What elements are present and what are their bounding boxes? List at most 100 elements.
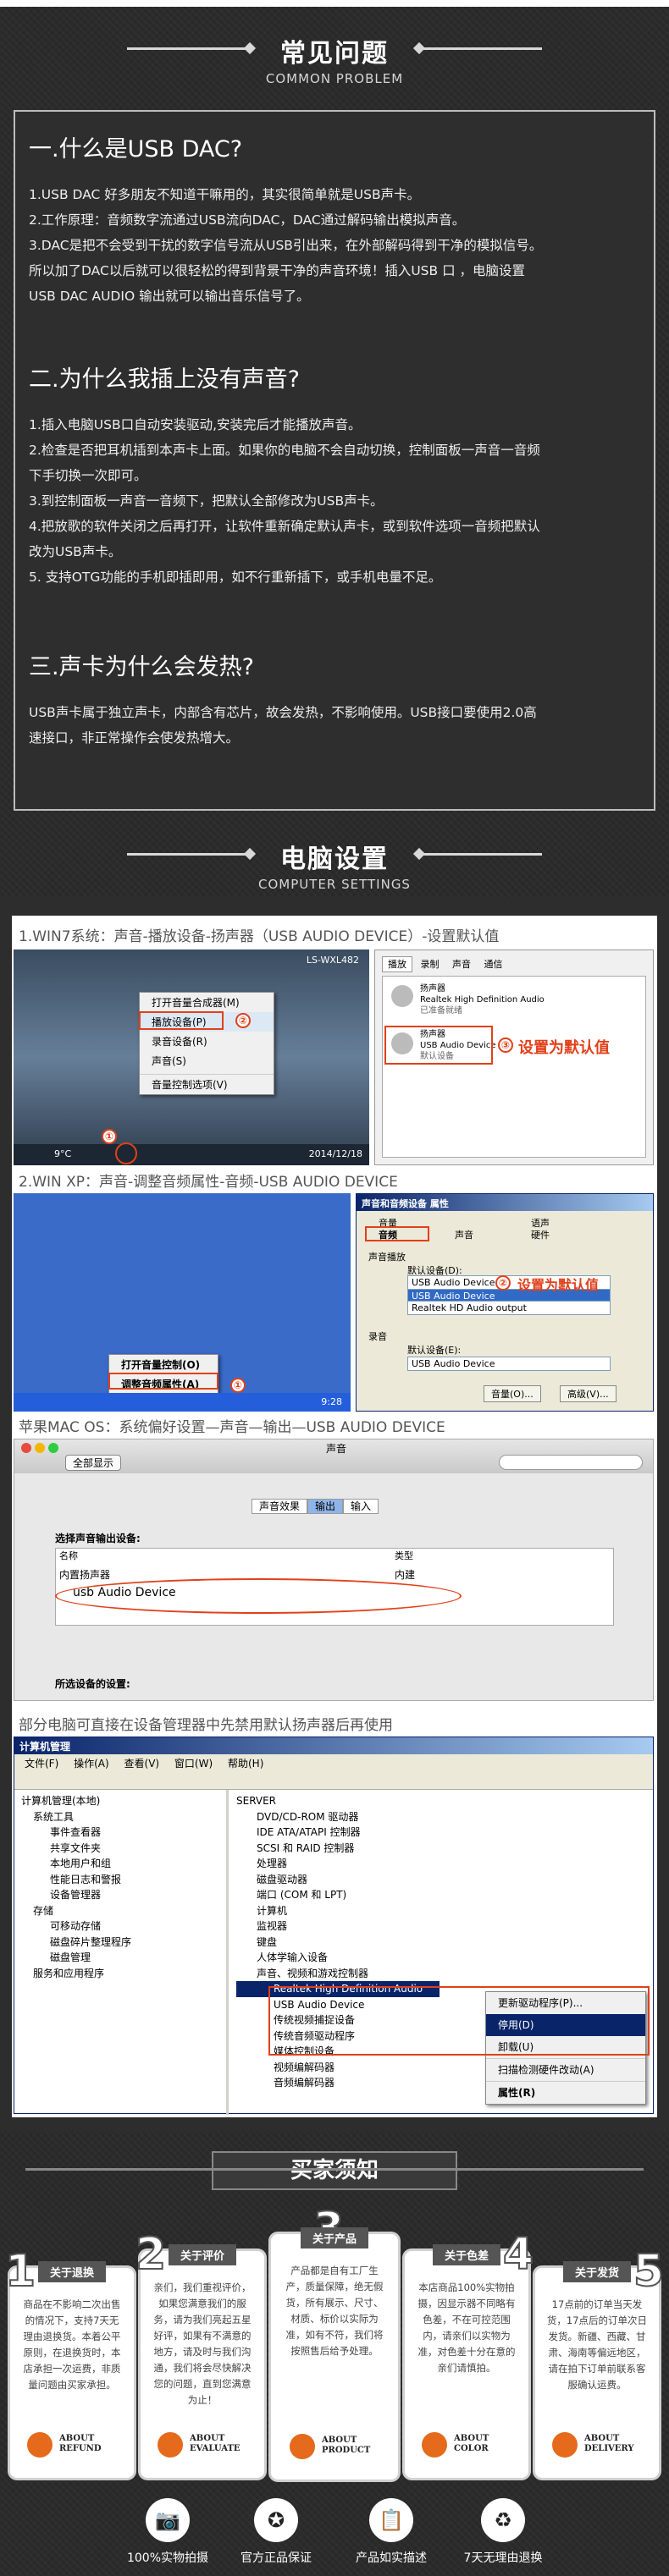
tab-comm[interactable]: 通信 (479, 957, 508, 972)
settings-title: 电脑设置 (280, 845, 389, 874)
notes-title-wrap: 买家须知 (212, 2151, 457, 2190)
devmgr-title: 计算机管理 (19, 1741, 71, 1753)
note-card-evaluate: 2 关于评价 亲们，我们重视评价，如果您满意我们的服务，请为我们亮起五星好评，如… (135, 2228, 264, 2478)
mac-search-field[interactable] (499, 1455, 643, 1470)
note-body: 商品在不影响二次出售的情况下，支持7天无理由退换货。本着公平原则，在退换货时，本… (23, 2298, 121, 2391)
devmgr-splitter[interactable] (226, 1790, 229, 2115)
ctx-scan[interactable]: 扫描检测硬件改动(A) (486, 2058, 645, 2081)
note-title: 关于退换 (37, 2261, 107, 2282)
device-1[interactable]: 扬声器 Realtek High Definition Audio 已准备就绪 (420, 983, 545, 1016)
xp-advanced-button[interactable]: 高级(V)... (560, 1385, 616, 1402)
mac-window-title: 声音 (326, 1443, 347, 1455)
win7-temp: 9°C (54, 1148, 72, 1159)
bottom-label-return: 7天无理由退换 (463, 2551, 543, 2565)
devmgr-left-tree: 计算机管理(本地) 系统工具 事件查看器 共享文件夹 本地用户和组 性能日志和警… (21, 1793, 224, 1981)
tree-item[interactable]: 人体学输入设备 (236, 1950, 490, 1966)
mac-toolbar: 声音 全部显示 (14, 1439, 653, 1473)
note-number: 5 (633, 2245, 665, 2298)
tree-item[interactable]: SCSI 和 RAID 控制器 (236, 1841, 490, 1857)
xp-record-select[interactable]: USB Audio Device (407, 1357, 611, 1371)
devmgr-menu-action[interactable]: 操作(A) (74, 1758, 109, 1770)
faq-q3-line: 速接口，非正常操作会使发热增大。 (29, 730, 240, 746)
camera-icon: 📷 (146, 2498, 190, 2542)
tree-item[interactable]: IDE ATA/ATAPI 控制器 (236, 1825, 490, 1841)
note-body: 本店商品100%实物拍摄，因显示器不同略有色差，不在可控范围内，请亲们以实物为准… (417, 2282, 516, 2374)
xp-caption: 2.WIN XP：声音-调整音频属性-音频-USB AUDIO DEVICE (19, 1170, 398, 1191)
note-about: ABOUT DELIVERY (584, 2434, 634, 2454)
win7-tray-menu: 打开音量合成器(M) 播放设备(P) 录音设备(R) 声音(S) 音量控制选项(… (139, 992, 274, 1095)
tree-item[interactable]: 处理器 (236, 1856, 490, 1872)
tab-sounds[interactable]: 声音 (447, 957, 476, 972)
tree-item[interactable]: 存储 (21, 1903, 224, 1919)
devmgr-menu-window[interactable]: 窗口(W) (174, 1758, 213, 1770)
tree-item[interactable]: 可移动存储 (21, 1918, 224, 1935)
tree-item[interactable]: SERVER (236, 1793, 490, 1809)
tab-playback[interactable]: 播放 (382, 956, 412, 972)
tree-item[interactable]: 设备管理器 (21, 1887, 224, 1903)
tree-item[interactable]: 监视器 (236, 1918, 490, 1935)
menu-item-record[interactable]: 录音设备(R) (140, 1032, 274, 1051)
faq-q1: 一.什么是USB DAC? 1.USB DAC 好多朋友不知道干嘛用的，其实很简… (29, 127, 644, 309)
tree-item[interactable]: 本地用户和组 (21, 1856, 224, 1872)
xp-playback-option-2[interactable]: Realtek HD Audio output (407, 1301, 611, 1315)
xp-tab-hardware[interactable]: 硬件 (531, 1228, 550, 1241)
mac-select-label: 选择声音输出设备: (55, 1533, 141, 1544)
devmgr-caption: 部分电脑可直接在设备管理器中先禁用默认扬声器后再使用 (19, 1713, 393, 1734)
faq-q2-line: 2.检查是否把耳机插到本声卡上面。如果你的电脑不会自动切换，控制面板一声音一音频 (29, 443, 540, 458)
tree-item[interactable]: 性能日志和警报 (21, 1872, 224, 1888)
note-number: 2 (135, 2228, 167, 2281)
mac-tab-effects[interactable]: 声音效果 (252, 1499, 308, 1514)
win7-mark-3: ③ (498, 1038, 513, 1053)
menu-item-open-volume[interactable]: 打开音量控制(O) (109, 1355, 218, 1374)
menu-item-volume-options[interactable]: 音量控制选项(V) (140, 1074, 274, 1094)
tree-item[interactable]: 共享文件夹 (21, 1841, 224, 1857)
faq-q2-line: 下手切换一次即可。 (29, 468, 147, 483)
mac-row-builtin[interactable]: 内置扬声器 (59, 1567, 110, 1582)
tree-item[interactable]: 音频编解码器 (236, 2075, 490, 2091)
faq-q2-line: 5. 支持OTG功能的手机即插即用，如不行重新插下，或手机电量不足。 (29, 570, 442, 585)
tree-item[interactable]: 事件查看器 (21, 1825, 224, 1841)
note-body: 17点前的订单当天发货，17点后的订单次日发货。新疆、西藏、甘肃、海南等偏远地区… (546, 2298, 648, 2391)
xp-volume-button[interactable]: 音量(O)... (484, 1385, 541, 1402)
tree-item[interactable]: 计算机 (236, 1903, 490, 1919)
recycle-icon: ♻ (481, 2498, 525, 2542)
tree-item[interactable]: 键盘 (236, 1935, 490, 1951)
devmgr-menu-file[interactable]: 文件(F) (25, 1758, 58, 1770)
tree-item[interactable]: 磁盘驱动器 (236, 1872, 490, 1888)
tree-item[interactable]: 计算机管理(本地) (21, 1793, 224, 1809)
devmgr-menu-help[interactable]: 帮助(H) (228, 1758, 263, 1770)
menu-item-mixer[interactable]: 打开音量合成器(M) (140, 993, 274, 1012)
bottom-label-genuine: 官方正品保证 (241, 2551, 312, 2565)
ctx-properties[interactable]: 属性(R) (486, 2081, 645, 2104)
mac-tab-output[interactable]: 输出 (307, 1499, 344, 1514)
tree-item[interactable]: 服务和应用程序 (21, 1966, 224, 1982)
about-label: ABOUT (190, 2434, 225, 2443)
about-label: ABOUT (322, 2436, 357, 2445)
mac-tab-input[interactable]: 输入 (343, 1499, 379, 1514)
devmgr-menu-view[interactable]: 查看(V) (124, 1758, 160, 1770)
menu-item-sounds[interactable]: 声音(S) (140, 1051, 274, 1071)
settings-screenshots: 1.WIN7系统：声音-播放设备-扬声器（USB AUDIO DEVICE）-设… (12, 916, 657, 2117)
tree-item[interactable]: 磁盘管理 (21, 1950, 224, 1966)
xp-sound-dialog: 声音和音频设备 属性 音量 声音 音频 语声 硬件 声音播放 默认设备(D): … (356, 1193, 654, 1412)
device-1-name: 扬声器 (420, 984, 445, 994)
devmgr-menubar: 文件(F) 操作(A) 查看(V) 窗口(W) 帮助(H) (14, 1754, 653, 1771)
cart-icon (290, 2434, 315, 2459)
xp-tab-sounds[interactable]: 声音 (455, 1228, 473, 1241)
win7-usb-device-highlight (384, 1026, 493, 1065)
tree-item[interactable]: 视频编解码器 (236, 2060, 490, 2076)
xp-time: 9:28 (321, 1396, 342, 1407)
tree-item[interactable]: 端口 (COM 和 LPT) (236, 1887, 490, 1903)
tree-item[interactable]: 系统工具 (21, 1809, 224, 1825)
xp-desktop: 打开音量控制(O) 调整音频属性(A) ① 9:28 (14, 1193, 351, 1412)
xp-audio-tab-highlight (365, 1226, 429, 1241)
tab-record[interactable]: 录制 (416, 957, 445, 972)
mac-min-dot[interactable] (35, 1443, 45, 1453)
mac-max-dot[interactable] (48, 1443, 58, 1453)
tree-item[interactable]: DVD/CD-ROM 驱动器 (236, 1809, 490, 1825)
mac-close-dot[interactable] (21, 1443, 31, 1453)
settings-subtitle: COMPUTER SETTINGS (258, 877, 411, 892)
tree-item[interactable]: 磁盘碎片整理程序 (21, 1935, 224, 1951)
mac-show-all-button[interactable]: 全部显示 (65, 1455, 122, 1471)
tree-item[interactable]: 声音、视频和游戏控制器 (236, 1966, 490, 1982)
